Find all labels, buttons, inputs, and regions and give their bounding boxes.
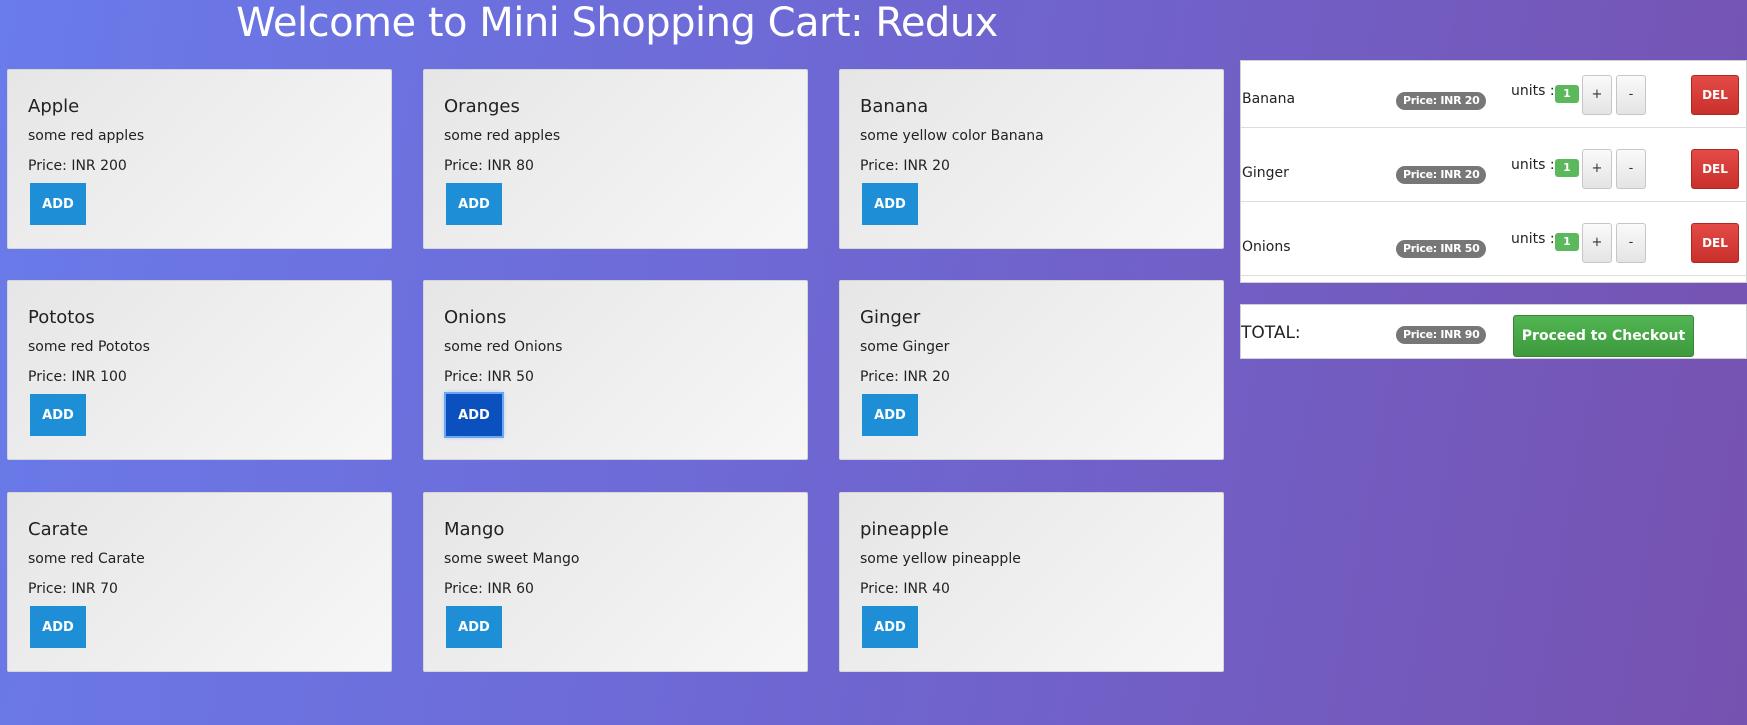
product-name: pineapple [860, 519, 949, 540]
product-card-ginger: Ginger some Ginger Price: INR 20 ADD [839, 280, 1224, 460]
add-carate-button[interactable]: ADD [30, 606, 86, 648]
product-price: Price: INR 20 [860, 369, 950, 385]
cart-item-name: Ginger [1242, 165, 1289, 181]
product-price: Price: INR 200 [28, 158, 127, 174]
product-price: Price: INR 40 [860, 581, 950, 597]
product-card-mango: Mango some sweet Mango Price: INR 60 ADD [423, 492, 808, 672]
cart-item-ginger: Ginger Price: INR 20 units : 1 + - DEL [1241, 147, 1747, 202]
decrement-button[interactable]: - [1616, 149, 1646, 189]
cart-item-banana: Banana Price: INR 20 units : 1 + - DEL [1241, 73, 1747, 128]
increment-button[interactable]: + [1582, 149, 1612, 189]
product-name: Oranges [444, 96, 520, 117]
product-price: Price: INR 20 [860, 158, 950, 174]
product-card-pineapple: pineapple some yellow pineapple Price: I… [839, 492, 1224, 672]
product-card-oranges: Oranges some red apples Price: INR 80 AD… [423, 69, 808, 249]
product-card-banana: Banana some yellow color Banana Price: I… [839, 69, 1224, 249]
product-name: Ginger [860, 307, 921, 328]
cart-item-name: Onions [1242, 239, 1291, 255]
product-price: Price: INR 60 [444, 581, 534, 597]
product-card-pototos: Pototos some red Pototos Price: INR 100 … [7, 280, 392, 460]
increment-button[interactable]: + [1582, 75, 1612, 115]
product-name: Apple [28, 96, 80, 117]
decrement-button[interactable]: - [1616, 223, 1646, 263]
total-price-badge: Price: INR 90 [1396, 326, 1487, 344]
add-onions-button[interactable]: ADD [444, 392, 504, 438]
proceed-to-checkout-button[interactable]: Proceed to Checkout [1513, 315, 1694, 357]
product-name: Mango [444, 519, 505, 540]
product-name: Pototos [28, 307, 95, 328]
increment-button[interactable]: + [1582, 223, 1612, 263]
units-label: units : [1511, 157, 1555, 173]
total-label: TOTAL: [1241, 323, 1301, 343]
page-title: Welcome to Mini Shopping Cart: Redux [236, 0, 998, 46]
add-oranges-button[interactable]: ADD [446, 183, 502, 225]
add-apple-button[interactable]: ADD [30, 183, 86, 225]
cart-panel: Banana Price: INR 20 units : 1 + - DEL G… [1240, 60, 1747, 283]
product-price: Price: INR 100 [28, 369, 127, 385]
product-description: some Ginger [860, 339, 950, 355]
add-pineapple-button[interactable]: ADD [862, 606, 918, 648]
product-price: Price: INR 50 [444, 369, 534, 385]
product-price: Price: INR 80 [444, 158, 534, 174]
product-price: Price: INR 70 [28, 581, 118, 597]
units-count-badge: 1 [1555, 85, 1579, 103]
cart-item-price-badge: Price: INR 50 [1396, 240, 1487, 258]
product-card-carate: Carate some red Carate Price: INR 70 ADD [7, 492, 392, 672]
add-ginger-button[interactable]: ADD [862, 394, 918, 436]
delete-button[interactable]: DEL [1691, 75, 1739, 115]
decrement-button[interactable]: - [1616, 75, 1646, 115]
product-card-apple: Apple some red apples Price: INR 200 ADD [7, 69, 392, 249]
product-name: Onions [444, 307, 507, 328]
product-card-onions: Onions some red Onions Price: INR 50 ADD [423, 280, 808, 460]
cart-total-panel: TOTAL: Price: INR 90 Proceed to Checkout [1240, 304, 1747, 359]
cart-item-price-badge: Price: INR 20 [1396, 166, 1487, 184]
units-label: units : [1511, 231, 1555, 247]
cart-item-onions: Onions Price: INR 50 units : 1 + - DEL [1241, 221, 1747, 276]
units-count-badge: 1 [1555, 233, 1579, 251]
add-pototos-button[interactable]: ADD [30, 394, 86, 436]
product-description: some red Carate [28, 551, 145, 567]
product-description: some yellow pineapple [860, 551, 1021, 567]
add-banana-button[interactable]: ADD [862, 183, 918, 225]
units-count-badge: 1 [1555, 159, 1579, 177]
cart-item-price-badge: Price: INR 20 [1396, 92, 1487, 110]
product-description: some yellow color Banana [860, 128, 1044, 144]
product-description: some red Onions [444, 339, 563, 355]
units-label: units : [1511, 83, 1555, 99]
add-mango-button[interactable]: ADD [446, 606, 502, 648]
cart-item-name: Banana [1242, 91, 1296, 107]
product-description: some red Pototos [28, 339, 150, 355]
product-description: some red apples [28, 128, 145, 144]
product-description: some sweet Mango [444, 551, 580, 567]
delete-button[interactable]: DEL [1691, 223, 1739, 263]
product-description: some red apples [444, 128, 561, 144]
product-name: Carate [28, 519, 89, 540]
delete-button[interactable]: DEL [1691, 149, 1739, 189]
product-name: Banana [860, 96, 929, 117]
